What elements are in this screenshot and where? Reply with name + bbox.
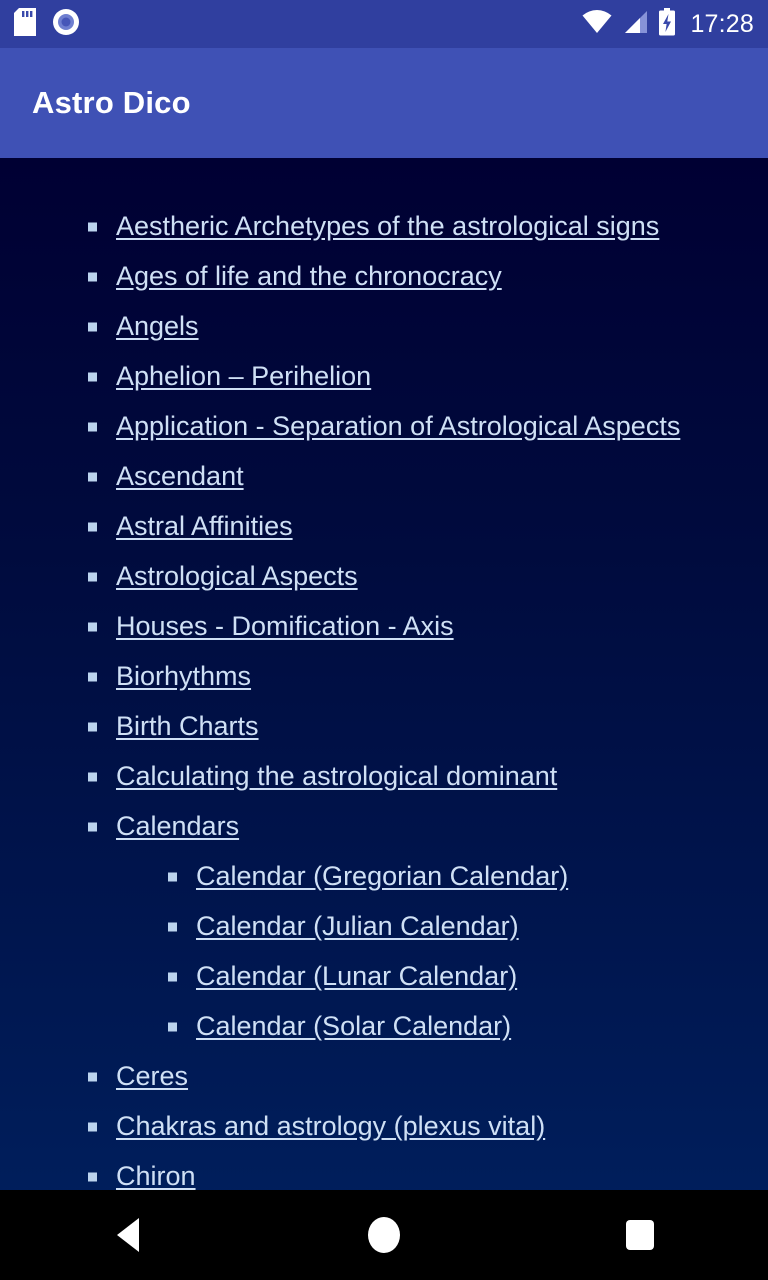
list-item[interactable]: Birth Charts xyxy=(0,702,768,752)
wifi-icon xyxy=(582,9,612,39)
list-item[interactable]: Application - Separation of Astrological… xyxy=(0,402,768,452)
square-bullet-icon xyxy=(168,922,177,932)
list-item[interactable]: Calendars xyxy=(0,802,768,852)
list-item[interactable]: Aphelion – Perihelion xyxy=(0,352,768,402)
status-bar-left-icons xyxy=(14,7,80,41)
square-bullet-icon xyxy=(88,322,97,332)
record-circle-icon xyxy=(52,8,80,41)
entry-link[interactable]: Chakras and astrology (plexus vital) xyxy=(116,1111,545,1142)
list-item[interactable]: Ascendant xyxy=(0,452,768,502)
square-bullet-icon xyxy=(168,872,177,882)
list-item[interactable]: Calendar (Lunar Calendar) xyxy=(0,952,768,1002)
list-item[interactable]: Calendar (Gregorian Calendar) xyxy=(0,852,768,902)
list-item[interactable]: Chakras and astrology (plexus vital) xyxy=(0,1102,768,1152)
list-item[interactable]: Calculating the astrological dominant xyxy=(0,752,768,802)
entry-link[interactable]: Calendar (Lunar Calendar) xyxy=(196,961,517,992)
square-bullet-icon xyxy=(88,472,97,482)
status-bar: 17:28 xyxy=(0,0,768,48)
square-bullet-icon xyxy=(168,972,177,982)
sd-card-icon xyxy=(14,7,36,41)
square-bullet-icon xyxy=(88,1122,97,1132)
entry-link[interactable]: Ceres xyxy=(116,1061,188,1092)
entry-link[interactable]: Aphelion – Perihelion xyxy=(116,361,371,392)
list-item[interactable]: Aestheric Archetypes of the astrological… xyxy=(0,202,768,252)
list-item[interactable]: Ages of life and the chronocracy xyxy=(0,252,768,302)
list-item[interactable]: Angels xyxy=(0,302,768,352)
android-navigation-bar xyxy=(0,1190,768,1280)
entry-link[interactable]: Calendar (Gregorian Calendar) xyxy=(196,861,568,892)
square-bullet-icon xyxy=(88,772,97,782)
entry-link[interactable]: Birth Charts xyxy=(116,711,259,742)
battery-charging-icon xyxy=(658,7,676,41)
entry-link[interactable]: Calendars xyxy=(116,811,239,842)
list-item[interactable]: Calendar (Solar Calendar) xyxy=(0,1002,768,1052)
entry-link[interactable]: Calendar (Solar Calendar) xyxy=(196,1011,511,1042)
app-bar: Astro Dico xyxy=(0,48,768,158)
entry-link[interactable]: Ascendant xyxy=(116,461,244,492)
list-item[interactable]: Biorhythms xyxy=(0,652,768,702)
square-bullet-icon xyxy=(88,1172,97,1182)
triangle-left-icon xyxy=(117,1218,139,1252)
square-bullet-icon xyxy=(88,522,97,532)
dictionary-index: Aestheric Archetypes of the astrological… xyxy=(0,158,768,1202)
entry-link[interactable]: Calculating the astrological dominant xyxy=(116,761,557,792)
list-item[interactable]: Astral Affinities xyxy=(0,502,768,552)
android-screen: 17:28 Astro Dico Aestheric Archetypes of… xyxy=(0,0,768,1280)
entry-link[interactable]: Aestheric Archetypes of the astrological… xyxy=(116,211,659,242)
entry-list: Aestheric Archetypes of the astrological… xyxy=(0,202,768,1202)
square-bullet-icon xyxy=(88,1072,97,1082)
square-bullet-icon xyxy=(88,722,97,732)
list-item[interactable]: Astrological Aspects xyxy=(0,552,768,602)
entry-link[interactable]: Astral Affinities xyxy=(116,511,293,542)
home-button[interactable] xyxy=(324,1190,444,1280)
entry-link[interactable]: Ages of life and the chronocracy xyxy=(116,261,502,292)
square-bullet-icon xyxy=(88,572,97,582)
entry-link[interactable]: Chiron xyxy=(116,1161,196,1192)
entry-link[interactable]: Angels xyxy=(116,311,199,342)
square-bullet-icon xyxy=(88,422,97,432)
page-title: Astro Dico xyxy=(32,85,191,120)
square-bullet-icon xyxy=(88,222,97,232)
square-bullet-icon xyxy=(88,672,97,682)
circle-icon xyxy=(368,1217,400,1253)
entry-sublist: Calendar (Gregorian Calendar) Calendar (J… xyxy=(0,852,768,1052)
entry-link[interactable]: Houses - Domification - Axis xyxy=(116,611,454,642)
square-bullet-icon xyxy=(88,372,97,382)
square-bullet-icon xyxy=(168,1022,177,1032)
square-bullet-icon xyxy=(88,622,97,632)
list-item[interactable]: Houses - Domification - Axis xyxy=(0,602,768,652)
back-button[interactable] xyxy=(68,1190,188,1280)
entry-link[interactable]: Astrological Aspects xyxy=(116,561,358,592)
list-item[interactable]: Ceres xyxy=(0,1052,768,1102)
square-icon xyxy=(626,1220,654,1250)
recents-button[interactable] xyxy=(580,1190,700,1280)
entry-link[interactable]: Application - Separation of Astrological… xyxy=(116,411,680,442)
status-bar-clock: 17:28 xyxy=(690,9,754,38)
status-bar-right-icons: 17:28 xyxy=(582,7,754,41)
cell-signal-icon xyxy=(622,10,648,39)
square-bullet-icon xyxy=(88,822,97,832)
square-bullet-icon xyxy=(88,272,97,282)
entry-link[interactable]: Biorhythms xyxy=(116,661,251,692)
content-area[interactable]: Aestheric Archetypes of the astrological… xyxy=(0,158,768,1280)
list-item[interactable]: Calendar (Julian Calendar) xyxy=(0,902,768,952)
entry-link[interactable]: Calendar (Julian Calendar) xyxy=(196,911,519,942)
